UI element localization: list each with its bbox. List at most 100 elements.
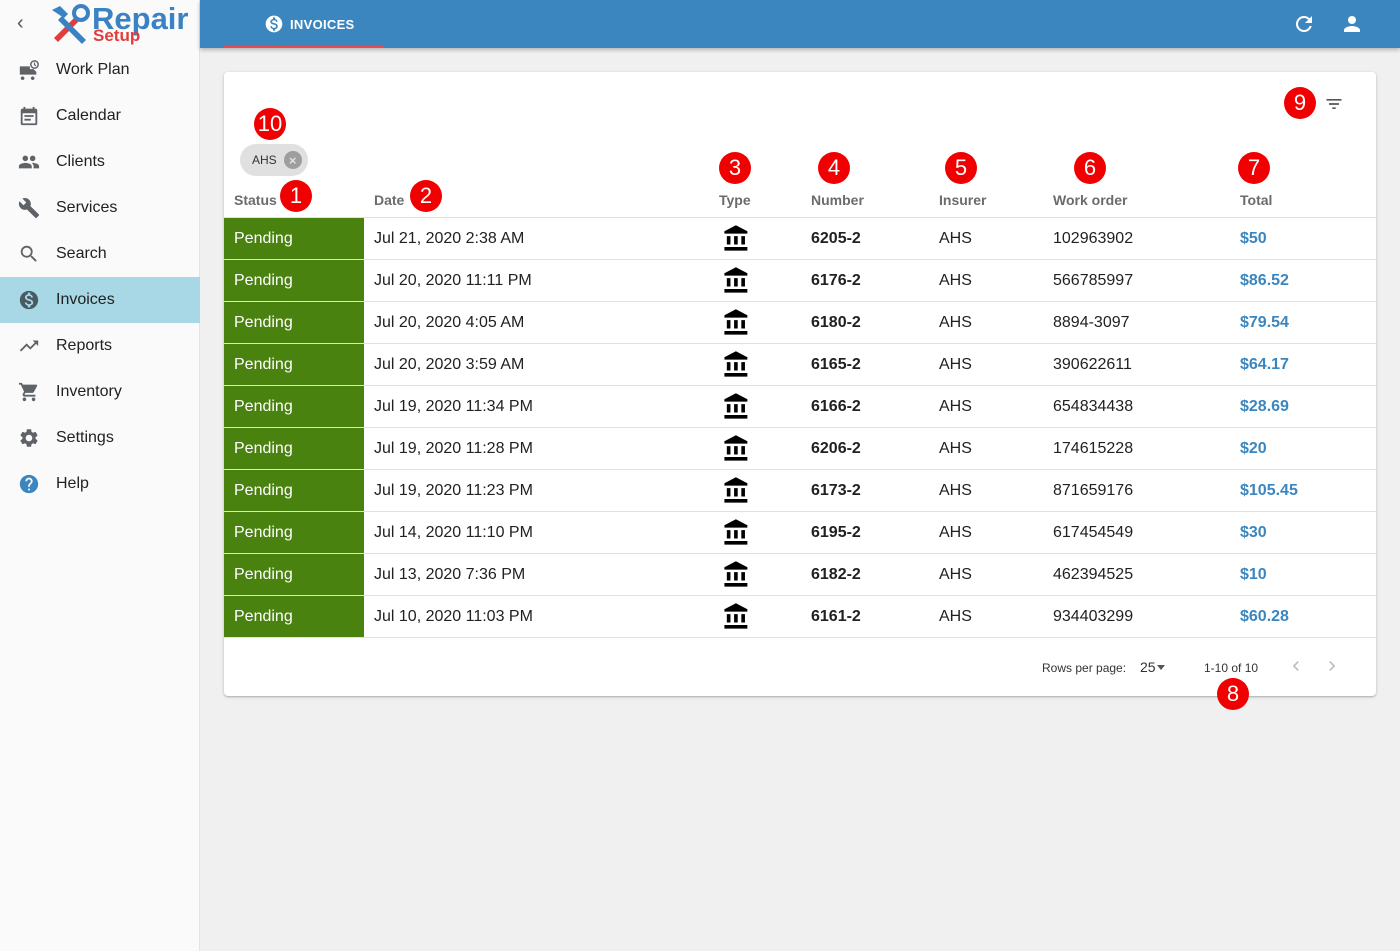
status-cell: Pending <box>224 344 364 385</box>
sidebar-item-label: Services <box>56 199 118 216</box>
status-cell: Pending <box>224 428 364 469</box>
bank-icon <box>721 302 751 343</box>
status-cell: Pending <box>224 386 364 427</box>
top-app-bar: INVOICES <box>200 0 1400 48</box>
status-cell: Pending <box>224 302 364 343</box>
filter-button[interactable] <box>1324 94 1344 114</box>
next-page-button[interactable] <box>1322 656 1342 676</box>
invoice-number-cell: 6195-2 <box>811 523 861 541</box>
bank-icon <box>721 386 751 427</box>
annotation-marker: 6 <box>1074 152 1106 184</box>
total-cell[interactable]: $64.17 <box>1240 344 1289 385</box>
filter-chip[interactable]: AHS × <box>240 144 308 176</box>
previous-page-button[interactable] <box>1286 656 1306 676</box>
date-cell: Jul 20, 2020 3:59 AM <box>374 355 525 373</box>
work-order-cell: 462394525 <box>1053 565 1134 583</box>
invoices-card: AHS × Status Date Type Number Insurer Wo… <box>224 72 1376 696</box>
total-cell[interactable]: $50 <box>1240 218 1267 259</box>
column-header-type[interactable]: Type <box>719 192 751 208</box>
column-header-number[interactable]: Number <box>811 192 864 208</box>
total-cell[interactable]: $20 <box>1240 428 1267 469</box>
annotation-marker: 9 <box>1284 87 1316 119</box>
sidebar-item-label: Work Plan <box>56 61 130 78</box>
table-row[interactable]: Pending Jul 20, 2020 11:11 PM 6176-2 AHS 566… <box>224 260 1376 302</box>
sidebar-item-calendar[interactable]: Calendar <box>0 93 200 139</box>
date-cell: Jul 19, 2020 11:28 PM <box>374 439 533 457</box>
status-cell: Pending <box>224 554 364 595</box>
table-row[interactable]: Pending Jul 19, 2020 11:28 PM 6206-2 AHS 174… <box>224 428 1376 470</box>
invoice-number-cell: 6205-2 <box>811 229 861 247</box>
work-order-cell: 566785997 <box>1053 271 1134 289</box>
date-cell: Jul 20, 2020 11:11 PM <box>374 271 532 289</box>
insurer-cell: AHS <box>939 565 972 583</box>
pagination-range: 1-10 of 10 <box>1204 661 1259 675</box>
total-cell[interactable]: $105.45 <box>1240 470 1298 511</box>
column-header-date[interactable]: Date <box>374 192 404 208</box>
total-cell[interactable]: $79.54 <box>1240 302 1289 343</box>
invoice-number-cell: 6165-2 <box>811 355 861 373</box>
total-cell[interactable]: $30 <box>1240 512 1267 553</box>
sidebar-item-help[interactable]: Help <box>0 461 200 507</box>
table-row[interactable]: Pending Jul 20, 2020 4:05 AM 6180-2 AHS 8894… <box>224 302 1376 344</box>
column-header-status[interactable]: Status <box>234 192 277 208</box>
rows-per-page-value: 25 <box>1140 659 1156 675</box>
filter-list-icon <box>1326 99 1342 109</box>
sidebar-item-invoices[interactable]: Invoices <box>0 277 200 323</box>
work-order-cell: 934403299 <box>1053 607 1134 625</box>
invoice-number-cell: 6166-2 <box>811 397 861 415</box>
tab-invoices[interactable]: INVOICES <box>224 0 384 48</box>
date-cell: Jul 13, 2020 7:36 PM <box>374 565 526 583</box>
logo-row: ‹ Repair Setup <box>0 0 199 48</box>
sidebar-nav: Work Plan Calendar Clients Services Sear… <box>0 47 200 507</box>
sidebar-item-search[interactable]: Search <box>0 231 200 277</box>
refresh-button[interactable] <box>1292 12 1316 36</box>
rows-per-page-select[interactable]: 25 <box>1140 659 1165 675</box>
work-order-cell: 174615228 <box>1053 439 1134 457</box>
insurer-cell: AHS <box>939 607 972 625</box>
sidebar-item-clients[interactable]: Clients <box>0 139 200 185</box>
chip-label: AHS <box>252 153 277 167</box>
table-row[interactable]: Pending Jul 13, 2020 7:36 PM 6182-2 AHS 4623… <box>224 554 1376 596</box>
caret-down-icon <box>1156 664 1165 670</box>
bank-icon <box>721 512 751 553</box>
annotation-marker: 3 <box>719 152 751 184</box>
gear-icon <box>0 427 56 449</box>
dollar-icon <box>0 289 56 311</box>
close-icon[interactable]: × <box>283 151 302 169</box>
date-cell: Jul 19, 2020 11:34 PM <box>374 397 533 415</box>
status-cell: Pending <box>224 470 364 511</box>
column-header-insurer[interactable]: Insurer <box>939 192 986 208</box>
total-cell[interactable]: $10 <box>1240 554 1267 595</box>
sidebar-item-inventory[interactable]: Inventory <box>0 369 200 415</box>
sidebar-item-services[interactable]: Services <box>0 185 200 231</box>
table-row[interactable]: Pending Jul 20, 2020 3:59 AM 6165-2 AHS 3906… <box>224 344 1376 386</box>
clients-icon <box>0 151 56 173</box>
bank-icon <box>721 596 751 637</box>
total-cell[interactable]: $60.28 <box>1240 596 1289 637</box>
total-cell[interactable]: $86.52 <box>1240 260 1289 301</box>
invoice-number-cell: 6176-2 <box>811 271 861 289</box>
table-row[interactable]: Pending Jul 21, 2020 2:38 AM 6205-2 AHS 1029… <box>224 218 1376 260</box>
work-order-cell: 617454549 <box>1053 523 1134 541</box>
chevron-left-icon[interactable]: ‹ <box>17 13 24 33</box>
annotation-marker: 10 <box>254 108 286 140</box>
sidebar-item-work-plan[interactable]: Work Plan <box>0 47 200 93</box>
bank-icon <box>721 260 751 301</box>
insurer-cell: AHS <box>939 271 972 289</box>
rows-per-page-label: Rows per page: <box>1042 661 1127 675</box>
work-order-cell: 8894-3097 <box>1053 313 1130 331</box>
sidebar-item-reports[interactable]: Reports <box>0 323 200 369</box>
column-header-work-order[interactable]: Work order <box>1053 192 1127 208</box>
sidebar-item-label: Calendar <box>56 107 121 124</box>
table-row[interactable]: Pending Jul 14, 2020 11:10 PM 6195-2 AHS 617… <box>224 512 1376 554</box>
total-cell[interactable]: $28.69 <box>1240 386 1289 427</box>
table-row[interactable]: Pending Jul 10, 2020 11:03 PM 6161-2 AHS 934… <box>224 596 1376 638</box>
work-order-cell: 871659176 <box>1053 481 1134 499</box>
sidebar-item-settings[interactable]: Settings <box>0 415 200 461</box>
sidebar-item-label: Reports <box>56 337 113 354</box>
table-row[interactable]: Pending Jul 19, 2020 11:23 PM 6173-2 AHS 871… <box>224 470 1376 512</box>
table-row[interactable]: Pending Jul 19, 2020 11:34 PM 6166-2 AHS 654… <box>224 386 1376 428</box>
column-header-total[interactable]: Total <box>1240 192 1272 208</box>
bank-icon <box>721 428 751 469</box>
account-button[interactable] <box>1340 12 1364 36</box>
